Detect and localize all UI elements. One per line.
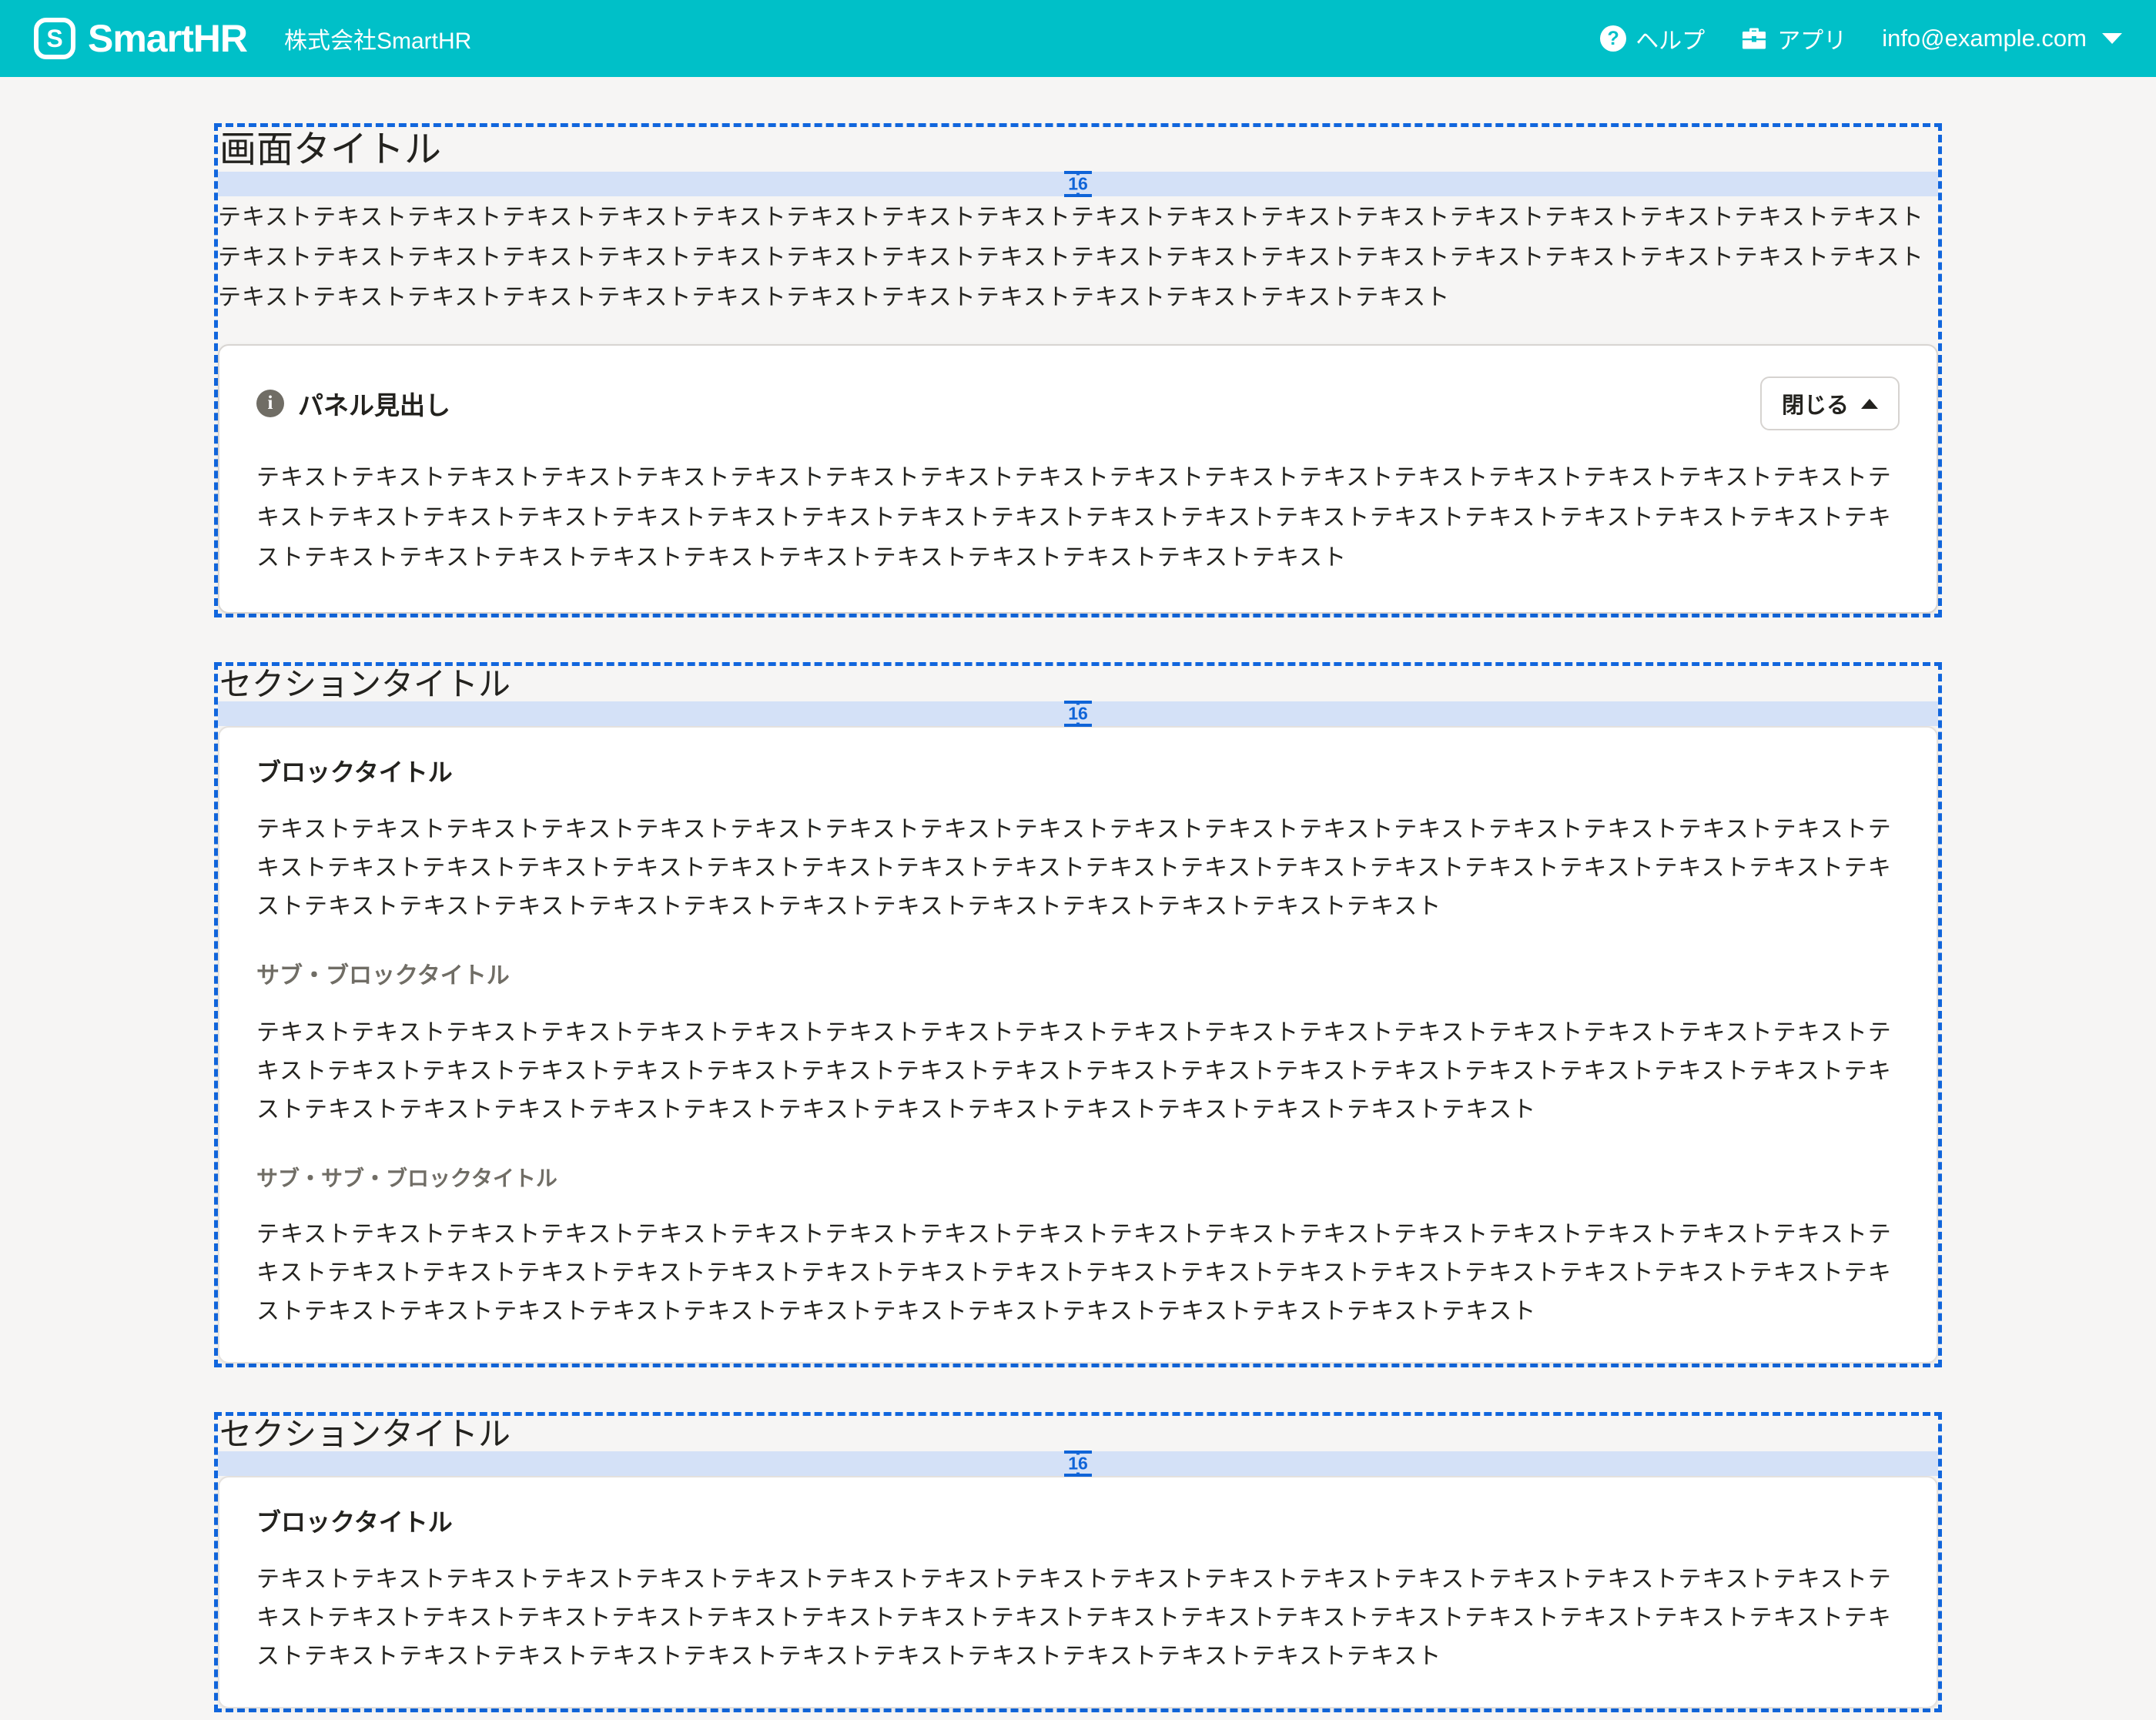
section-base-card-1: ブロックタイトル テキストテキストテキストテキストテキストテキストテキストテキス… <box>218 726 1938 1364</box>
main-content: 画面タイトル 16 テキストテキストテキストテキストテキストテキストテキストテキ… <box>214 123 1942 1712</box>
brand-logo[interactable]: S SmartHR <box>34 16 247 61</box>
panel-heading: パネル見出し <box>298 385 450 422</box>
close-panel-button[interactable]: 閉じる <box>1760 376 1900 430</box>
screen-lead-text: テキストテキストテキストテキストテキストテキストテキストテキストテキストテキスト… <box>218 198 1938 318</box>
sub-sub-block-title: サブ・サブ・ブロックタイトル <box>256 1166 1900 1191</box>
spacing-gap-label: 16 <box>1066 1455 1090 1473</box>
spacing-gap-indicator: 16 <box>218 1451 1938 1476</box>
smarthr-logo-icon: S <box>34 18 75 59</box>
spacing-gap-indicator: 16 <box>218 172 1938 196</box>
help-label: ヘルプ <box>1635 22 1705 55</box>
section-base-card-2: ブロックタイトル テキストテキストテキストテキストテキストテキストテキストテキス… <box>218 1476 1938 1708</box>
chevron-up-icon <box>1861 399 1878 409</box>
spacing-gap-label: 16 <box>1066 705 1090 723</box>
account-dropdown[interactable]: info@example.com <box>1882 25 2122 52</box>
panel: i パネル見出し 閉じる テキストテキストテキストテキストテキストテキストテキス… <box>218 344 1938 614</box>
apps-label: アプリ <box>1777 22 1846 55</box>
page-title: 画面タイトル <box>218 127 1938 172</box>
section-title-2: セクションタイトル <box>218 1416 1938 1451</box>
block-body-text: テキストテキストテキストテキストテキストテキストテキストテキストテキストテキスト… <box>256 1561 1900 1676</box>
sub-block-body-text: テキストテキストテキストテキストテキストテキストテキストテキストテキストテキスト… <box>256 1014 1900 1129</box>
info-icon: i <box>256 390 284 417</box>
panel-body-text: テキストテキストテキストテキストテキストテキストテキストテキストテキストテキスト… <box>256 458 1900 578</box>
close-button-label: 閉じる <box>1782 387 1849 420</box>
spacing-measure-icon: 16 <box>1064 701 1092 726</box>
app-header: S SmartHR 株式会社SmartHR ? ヘルプ アプリ info@exa… <box>0 0 2156 77</box>
account-email: info@example.com <box>1882 25 2087 52</box>
screen-guide-container: 画面タイトル 16 テキストテキストテキストテキストテキストテキストテキストテキ… <box>214 123 1942 617</box>
section-guide-container-2: セクションタイトル 16 ブロックタイトル テキストテキストテキストテキストテキ… <box>214 1412 1942 1712</box>
block-title: ブロックタイトル <box>256 1508 1900 1536</box>
section-guide-container-1: セクションタイトル 16 ブロックタイトル テキストテキストテキストテキストテキ… <box>214 662 1942 1367</box>
spacing-measure-icon: 16 <box>1064 172 1092 196</box>
help-icon: ? <box>1600 25 1626 52</box>
block-body-text: テキストテキストテキストテキストテキストテキストテキストテキストテキストテキスト… <box>256 811 1900 926</box>
header-nav: ? ヘルプ アプリ info@example.com <box>1600 22 2122 55</box>
block-title: ブロックタイトル <box>256 758 1900 786</box>
chevron-down-icon <box>2102 33 2122 44</box>
brand-logo-text: SmartHR <box>88 16 247 61</box>
briefcase-icon <box>1740 25 1768 52</box>
panel-header: i パネル見出し 閉じる <box>256 376 1900 430</box>
tenant-name: 株式会社SmartHR <box>284 22 471 55</box>
spacing-gap-indicator: 16 <box>218 701 1938 726</box>
spacing-measure-icon: 16 <box>1064 1451 1092 1476</box>
section-title-1: セクションタイトル <box>218 666 1938 701</box>
help-button[interactable]: ? ヘルプ <box>1600 22 1705 55</box>
sub-block-title: サブ・ブロックタイトル <box>256 963 1900 989</box>
apps-button[interactable]: アプリ <box>1740 22 1846 55</box>
spacing-gap-label: 16 <box>1066 176 1090 193</box>
sub-sub-block-body-text: テキストテキストテキストテキストテキストテキストテキストテキストテキストテキスト… <box>256 1216 1900 1331</box>
